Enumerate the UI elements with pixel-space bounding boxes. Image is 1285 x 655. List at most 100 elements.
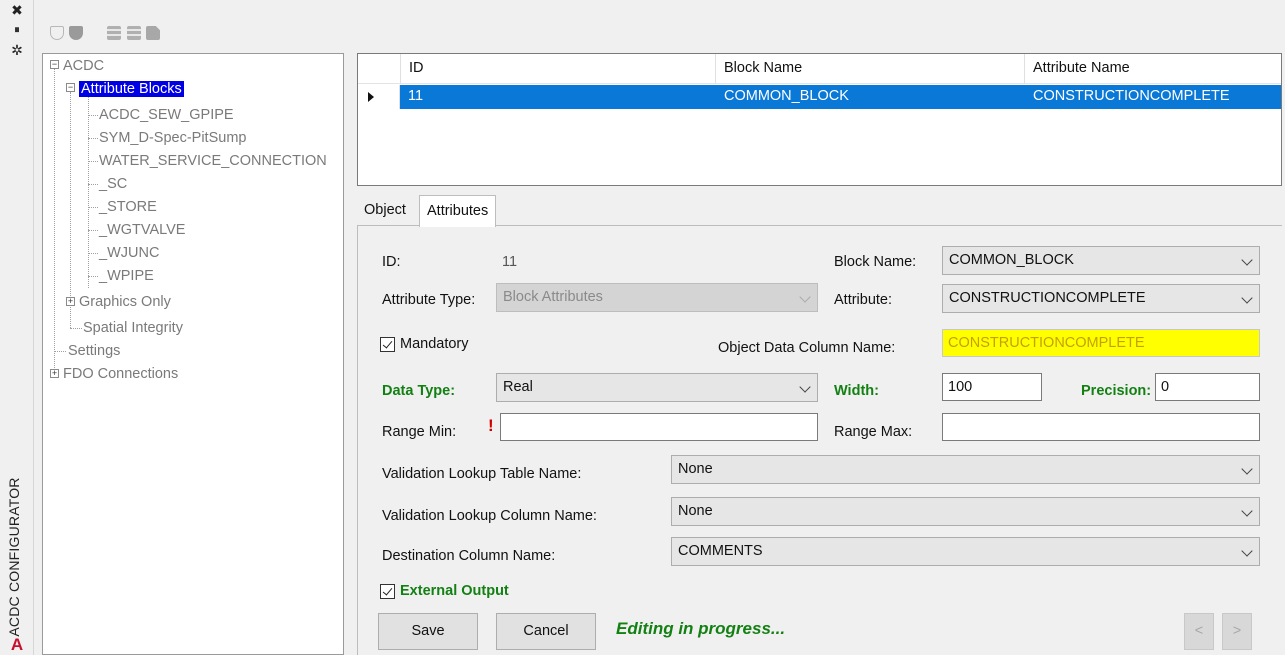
range-max-label: Range Max: — [834, 424, 913, 440]
tree-item-label: ACDC — [63, 58, 105, 74]
tree-line — [88, 276, 98, 277]
tree-item-fdo-connections[interactable]: FDO Connections — [63, 364, 178, 384]
tree-item-spatial-integrity[interactable]: Spatial Integrity — [83, 318, 183, 338]
tree-view[interactable]: − ACDC − Attribute Blocks ACDC_SEW_GPIPE… — [42, 53, 344, 655]
data-type-value: Real — [503, 379, 533, 395]
validation-table-select[interactable]: None — [671, 455, 1260, 484]
attribute-type-select[interactable]: Block Attributes — [496, 283, 818, 312]
tree-item-block[interactable]: SYM_D-Spec-PitSump — [99, 128, 246, 148]
range-max-input[interactable] — [942, 413, 1260, 441]
attribute-select[interactable]: CONSTRUCTIONCOMPLETE — [942, 284, 1260, 313]
export-icon[interactable] — [146, 26, 160, 40]
tree-line — [88, 207, 98, 208]
autocad-logo-icon: A — [10, 635, 24, 654]
table-row[interactable]: 11 COMMON_BLOCK CONSTRUCTIONCOMPLETE — [358, 85, 1281, 109]
tree-line — [88, 92, 89, 288]
cell-id[interactable]: 11 — [408, 88, 423, 104]
precision-label: Precision: — [1081, 383, 1152, 399]
shield-outline-icon[interactable] — [50, 26, 64, 40]
validation-column-value: None — [678, 503, 713, 519]
attributes-form: ID: 11 Block Name: COMMON_BLOCK Attribut… — [357, 225, 1282, 655]
id-value: 11 — [502, 254, 518, 270]
chevron-down-icon — [799, 291, 811, 303]
required-error-icon: ! — [488, 416, 494, 435]
column-header-attribute-name[interactable]: Attribute Name — [1033, 60, 1130, 76]
cell-block-name[interactable]: COMMON_BLOCK — [724, 88, 849, 104]
tree-line — [88, 230, 98, 231]
tree-item-block[interactable]: _WJUNC — [99, 243, 159, 263]
settings-icon[interactable]: ✲ — [10, 42, 24, 58]
close-icon[interactable]: ✖ — [10, 2, 24, 18]
cell-attribute-name[interactable]: CONSTRUCTIONCOMPLETE — [1033, 88, 1230, 104]
collapse-icon[interactable]: − — [50, 60, 59, 69]
data-type-select[interactable]: Real — [496, 373, 818, 402]
object-data-column-input[interactable]: CONSTRUCTIONCOMPLETE — [942, 329, 1260, 357]
current-row-arrow-icon — [368, 92, 374, 102]
tree-line — [54, 68, 55, 378]
expand-icon[interactable]: + — [66, 297, 75, 306]
tree-item-label: Attribute Blocks — [79, 81, 184, 97]
column-header-block-name[interactable]: Block Name — [724, 60, 802, 76]
tree-item-acdc[interactable]: ACDC — [63, 56, 104, 76]
mandatory-checkbox[interactable] — [380, 337, 395, 352]
save-button[interactable]: Save — [378, 613, 478, 650]
mandatory-label[interactable]: Mandatory — [400, 334, 469, 354]
tree-line — [88, 253, 98, 254]
validation-table-value: None — [678, 461, 713, 477]
cancel-button[interactable]: Cancel — [496, 613, 596, 650]
tree-line — [88, 161, 98, 162]
block-name-select[interactable]: COMMON_BLOCK — [942, 246, 1260, 275]
external-output-checkbox[interactable] — [380, 584, 395, 599]
side-strip: ✖ ⏸ ✲ ACDC CONFIGURATOR A — [0, 0, 34, 655]
data-grid[interactable]: ID Block Name Attribute Name 11 COMMON_B… — [357, 53, 1282, 186]
tree-item-block[interactable]: _WPIPE — [99, 266, 154, 286]
tree-line — [88, 184, 98, 185]
width-input[interactable]: 100 — [942, 373, 1042, 401]
expand-icon[interactable]: + — [50, 369, 59, 378]
column-separator — [1024, 54, 1025, 84]
column-header-id[interactable]: ID — [409, 60, 424, 76]
external-output-label[interactable]: External Output — [400, 581, 509, 601]
toolbar — [34, 18, 1285, 44]
tab-attributes[interactable]: Attributes — [419, 195, 497, 227]
column-separator — [400, 54, 401, 84]
attribute-label: Attribute: — [834, 292, 893, 308]
tree-item-block[interactable]: _STORE — [99, 197, 157, 217]
tree-line — [70, 92, 71, 328]
tree-line — [88, 138, 98, 139]
tree-item-block[interactable]: _SC — [99, 174, 127, 194]
validation-column-label: Validation Lookup Column Name: — [382, 508, 597, 524]
chevron-down-icon — [1241, 254, 1253, 266]
chevron-down-icon — [1241, 292, 1253, 304]
range-min-input[interactable] — [500, 413, 818, 441]
tree-line — [70, 328, 82, 329]
tree-item-block[interactable]: ACDC_SEW_GPIPE — [99, 105, 234, 125]
next-button[interactable]: > — [1222, 613, 1252, 650]
previous-button[interactable]: < — [1184, 613, 1214, 650]
validation-column-select[interactable]: None — [671, 497, 1260, 526]
tree-item-block[interactable]: WATER_SERVICE_CONNECTION — [99, 151, 327, 171]
range-min-label: Range Min: — [382, 424, 457, 440]
destination-column-label: Destination Column Name: — [382, 548, 556, 564]
chevron-down-icon — [1241, 463, 1253, 475]
app-window: ✖ ⏸ ✲ ACDC CONFIGURATOR A − ACDC − Attri… — [0, 0, 1285, 655]
tab-object[interactable]: Object — [357, 195, 413, 226]
shield-dark-icon[interactable] — [69, 26, 83, 40]
validation-table-label: Validation Lookup Table Name: — [382, 466, 582, 482]
tree-item-graphics-only[interactable]: Graphics Only — [79, 292, 171, 312]
tree-item-settings[interactable]: Settings — [68, 341, 120, 361]
precision-input[interactable]: 0 — [1155, 373, 1260, 401]
collapse-icon[interactable]: − — [66, 83, 75, 92]
tree-item-attribute-blocks[interactable]: Attribute Blocks — [79, 79, 184, 99]
row-header[interactable] — [358, 85, 400, 109]
grid-table-icon[interactable] — [107, 26, 121, 40]
column-separator — [715, 54, 716, 84]
tree-item-block[interactable]: _WGTVALVE — [99, 220, 185, 240]
id-label: ID: — [382, 254, 401, 270]
data-type-label: Data Type: — [382, 383, 456, 399]
grid-table-icon[interactable] — [127, 26, 141, 40]
pin-icon[interactable]: ⏸ — [10, 23, 24, 37]
grid-header: ID Block Name Attribute Name — [358, 54, 1281, 84]
width-label: Width: — [834, 383, 879, 399]
destination-column-select[interactable]: COMMENTS — [671, 537, 1260, 566]
